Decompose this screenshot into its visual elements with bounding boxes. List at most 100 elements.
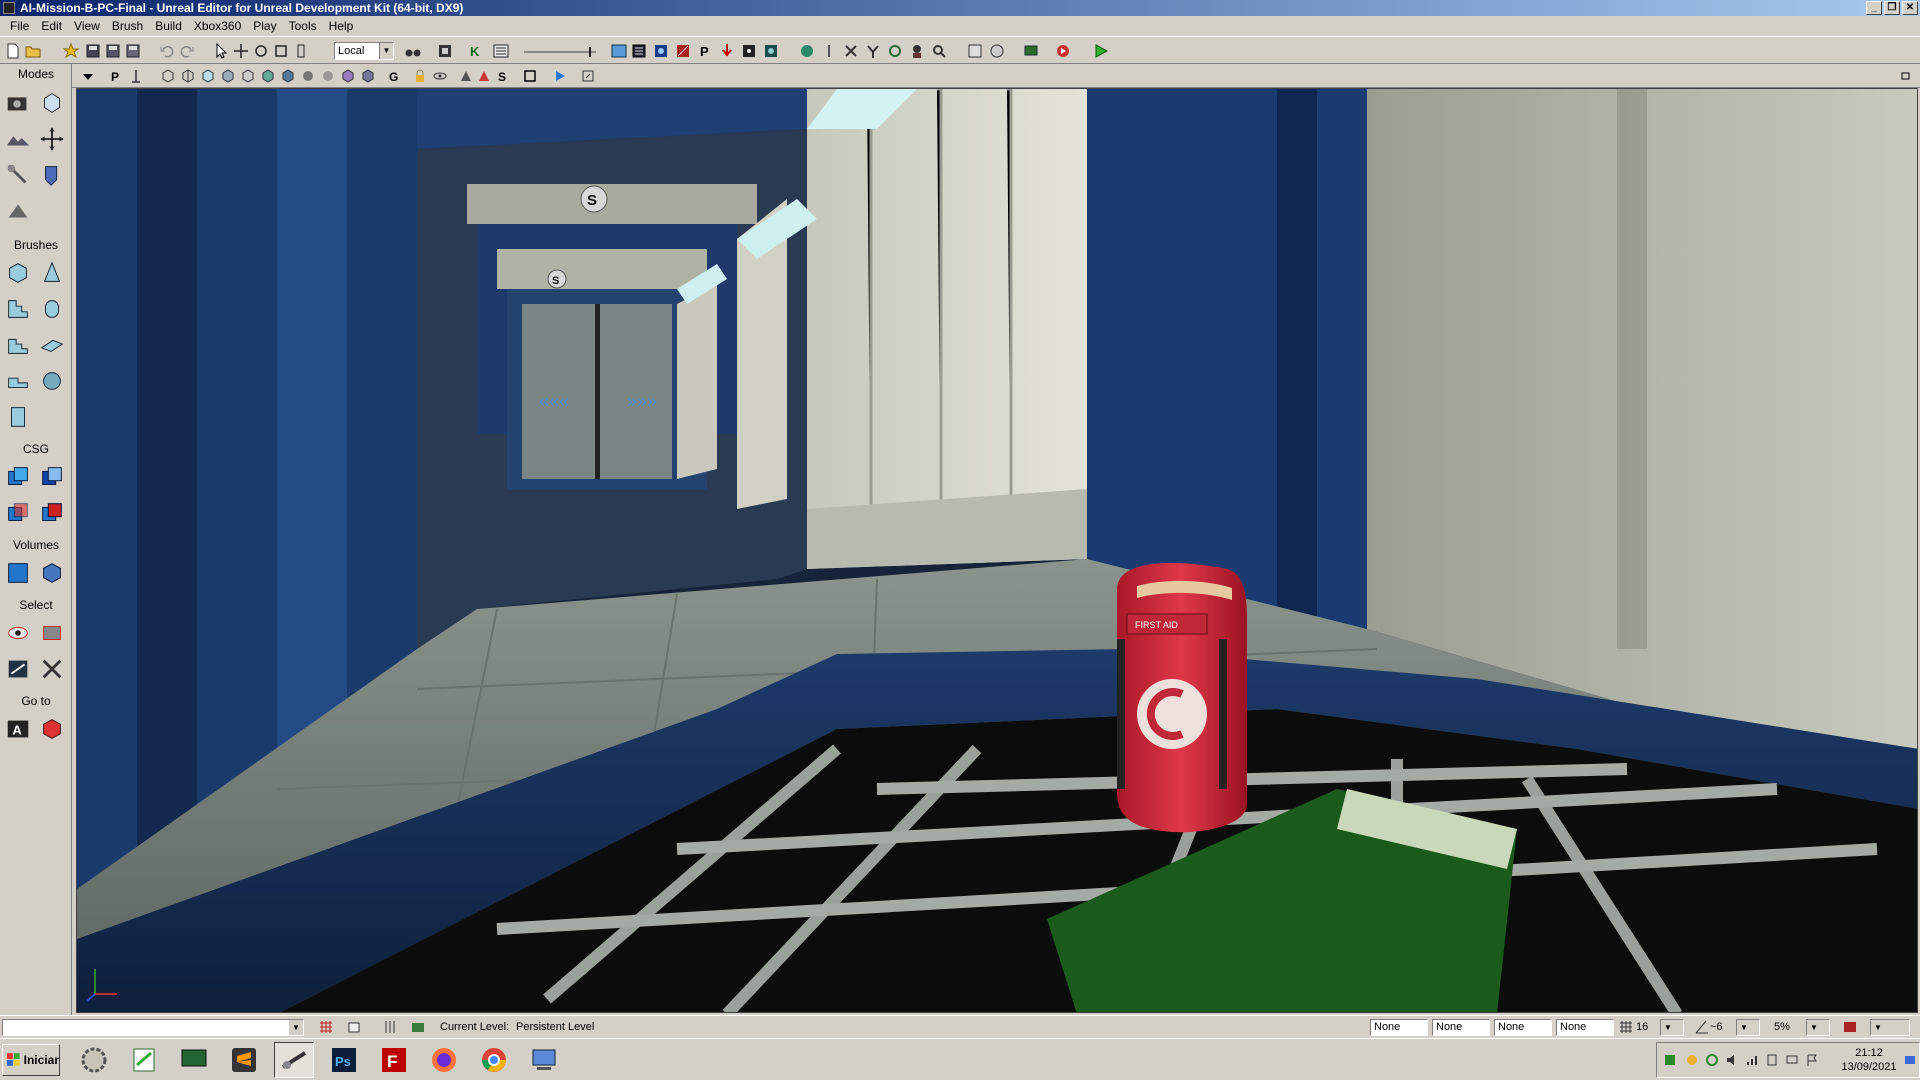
menu-help[interactable]: Help bbox=[323, 16, 360, 36]
show-all-icon[interactable] bbox=[37, 654, 67, 684]
rotation-snap-icon[interactable] bbox=[1694, 1019, 1710, 1035]
mesh-paint-mode-icon[interactable] bbox=[37, 160, 67, 190]
slider-control[interactable] bbox=[520, 42, 600, 60]
lit-icon[interactable] bbox=[220, 68, 236, 84]
shader-complexity-icon[interactable] bbox=[300, 68, 316, 84]
restore-button[interactable]: ❐ bbox=[1884, 1, 1900, 15]
select-arrow-icon[interactable] bbox=[212, 42, 230, 60]
sheet-brush-icon[interactable] bbox=[37, 330, 67, 360]
tray-power-icon[interactable] bbox=[1765, 1053, 1779, 1067]
brush-wireframe-icon[interactable] bbox=[160, 68, 176, 84]
build-all-icon[interactable] bbox=[718, 42, 736, 60]
show-desktop-icon[interactable] bbox=[1903, 1053, 1917, 1067]
grid-size-dropdown[interactable]: ▼ bbox=[1660, 1019, 1684, 1036]
terrain-editor-icon[interactable] bbox=[436, 42, 454, 60]
minimize-button[interactable]: _ bbox=[1866, 1, 1882, 15]
spiral-stair-brush-icon[interactable] bbox=[3, 366, 33, 396]
taskbar-app-monitor[interactable] bbox=[174, 1042, 214, 1078]
camera-mode-icon[interactable] bbox=[3, 88, 33, 118]
menu-tools[interactable]: Tools bbox=[283, 16, 323, 36]
build-lighting-icon[interactable] bbox=[652, 42, 670, 60]
hide-selected-icon[interactable] bbox=[37, 618, 67, 648]
frame-toggle-icon[interactable] bbox=[522, 68, 538, 84]
clock[interactable]: 21:12 13/09/2021 bbox=[1839, 1046, 1899, 1074]
light-complexity-icon[interactable] bbox=[260, 68, 276, 84]
taskbar-app-photoshop[interactable]: Ps bbox=[324, 1042, 364, 1078]
csg-deintersect-icon[interactable] bbox=[37, 498, 67, 528]
texture-alignment-mode-icon[interactable] bbox=[3, 160, 33, 190]
viewport-options-dropdown-icon[interactable] bbox=[80, 68, 96, 84]
first-aid-kit[interactable]: FIRST AID bbox=[1117, 563, 1247, 833]
kismet-icon[interactable]: K bbox=[466, 42, 484, 60]
menu-edit[interactable]: Edit bbox=[35, 16, 68, 36]
menu-xbox360[interactable]: Xbox360 bbox=[188, 16, 247, 36]
real-time-audio-icon[interactable] bbox=[476, 68, 492, 84]
drag-grid-toggle-icon[interactable] bbox=[318, 1019, 334, 1035]
lock-icon[interactable] bbox=[412, 68, 428, 84]
maximize-viewport-icon[interactable] bbox=[580, 68, 596, 84]
perspective-p-icon[interactable]: P bbox=[108, 68, 124, 84]
build-cover-p-icon[interactable]: P bbox=[696, 42, 714, 60]
wireframe-icon[interactable] bbox=[180, 68, 196, 84]
search-actor-icon[interactable] bbox=[930, 42, 948, 60]
cube-brush-icon[interactable] bbox=[3, 258, 33, 288]
realtime-preview-icon[interactable] bbox=[610, 42, 628, 60]
grid-snap-icon[interactable] bbox=[1618, 1019, 1634, 1035]
viewport-restore-icon[interactable] bbox=[1900, 68, 1912, 84]
landscape-mode-icon[interactable] bbox=[3, 196, 33, 226]
lighting-fx-icon[interactable] bbox=[340, 68, 356, 84]
linear-stair-brush-icon[interactable] bbox=[3, 330, 33, 360]
volumetric-brush-icon[interactable] bbox=[3, 402, 33, 432]
tool-x-icon[interactable] bbox=[842, 42, 860, 60]
start-button[interactable]: Iniciar bbox=[2, 1044, 60, 1076]
taskbar-app-firefox[interactable] bbox=[424, 1042, 464, 1078]
autosave-icon[interactable] bbox=[1842, 1019, 1858, 1035]
globe-icon[interactable] bbox=[798, 42, 816, 60]
undo-icon[interactable] bbox=[158, 42, 176, 60]
tray-green-icon[interactable] bbox=[1663, 1053, 1677, 1067]
menu-build[interactable]: Build bbox=[149, 16, 188, 36]
lighting-only-icon[interactable] bbox=[240, 68, 256, 84]
taskbar-app-filezilla[interactable]: F bbox=[374, 1042, 414, 1078]
goto-actor-icon[interactable]: A bbox=[3, 714, 33, 744]
game-view-g-icon[interactable]: G bbox=[386, 68, 402, 84]
close-button[interactable]: ✕ bbox=[1902, 1, 1918, 15]
csg-intersect-icon[interactable] bbox=[3, 498, 33, 528]
open-icon[interactable] bbox=[346, 1019, 362, 1035]
eye-icon[interactable] bbox=[432, 68, 448, 84]
sphere-brush-icon[interactable] bbox=[37, 366, 67, 396]
play-on-pc-icon[interactable] bbox=[1022, 42, 1040, 60]
play-in-editor-icon[interactable] bbox=[1092, 42, 1110, 60]
play-console-icon[interactable] bbox=[1054, 42, 1072, 60]
scale-snap-dropdown[interactable]: ▼ bbox=[1806, 1019, 1830, 1036]
content-browser-icon[interactable] bbox=[762, 42, 780, 60]
new-file-icon[interactable] bbox=[4, 42, 22, 60]
add-special-brush-icon[interactable] bbox=[37, 558, 67, 588]
add-volume-icon[interactable] bbox=[3, 558, 33, 588]
cone-brush-icon[interactable] bbox=[37, 258, 67, 288]
taskbar-app-chrome[interactable] bbox=[474, 1042, 514, 1078]
help-globe-icon[interactable] bbox=[988, 42, 1006, 60]
csg-subtract-icon[interactable] bbox=[37, 462, 67, 492]
tray-signal-icon[interactable] bbox=[1745, 1053, 1759, 1067]
taskbar-app-notepad[interactable] bbox=[124, 1042, 164, 1078]
tray-shield-icon[interactable] bbox=[1685, 1053, 1699, 1067]
tray-sync-icon[interactable] bbox=[1705, 1053, 1719, 1067]
terrain-mode-icon[interactable] bbox=[3, 124, 33, 154]
show-s-icon[interactable]: S bbox=[494, 68, 510, 84]
scale-icon[interactable] bbox=[272, 42, 290, 60]
curved-stair-brush-icon[interactable] bbox=[3, 294, 33, 324]
build-geometry-icon[interactable] bbox=[630, 42, 648, 60]
tray-volume-icon[interactable] bbox=[1725, 1053, 1739, 1067]
goto-builder-brush-icon[interactable] bbox=[37, 714, 67, 744]
menu-view[interactable]: View bbox=[68, 16, 106, 36]
geometry-mode-icon[interactable] bbox=[37, 88, 67, 118]
streaming-volume-icon[interactable] bbox=[458, 68, 474, 84]
taskbar-app-unreal-editor[interactable] bbox=[274, 1042, 314, 1078]
menu-file[interactable]: File bbox=[4, 16, 35, 36]
lightmap-density-icon[interactable] bbox=[320, 68, 336, 84]
level-visibility-icon[interactable] bbox=[410, 1019, 426, 1035]
taskbar-app-settings[interactable] bbox=[74, 1042, 114, 1078]
binoculars-icon[interactable] bbox=[404, 42, 422, 60]
pivot-mode-icon[interactable] bbox=[37, 124, 67, 154]
